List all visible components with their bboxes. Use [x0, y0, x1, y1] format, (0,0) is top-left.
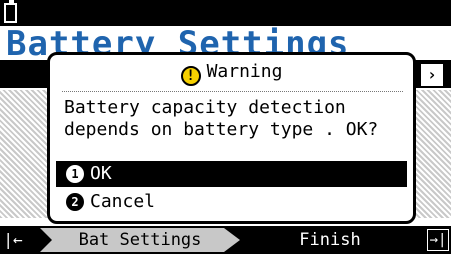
chevron-right-icon: › — [421, 64, 443, 86]
number-two-icon: 2 — [66, 193, 84, 211]
number-one-icon: 1 — [66, 165, 84, 183]
tab-bat-settings[interactable]: Bat Settings — [40, 228, 240, 252]
nav-left-icon[interactable]: |← — [2, 229, 24, 251]
tab-finish[interactable]: Finish — [250, 228, 410, 252]
cancel-label: Cancel — [90, 191, 156, 212]
calculator-screen: Battery Settings › ! Warning Battery capa… — [0, 0, 451, 254]
ok-option[interactable]: 1 OK — [56, 161, 407, 187]
dialog-separator — [62, 91, 403, 92]
dialog-title: Warning — [206, 61, 283, 82]
dialog-message: Battery capacity detection depends on ba… — [64, 97, 379, 140]
battery-icon — [4, 0, 17, 23]
status-bar — [0, 0, 451, 26]
dialog-header: ! Warning — [50, 55, 413, 89]
ok-label: OK — [90, 163, 112, 184]
nav-right-icon[interactable]: →| — [427, 229, 449, 251]
warning-dialog: ! Warning Battery capacity detection depe… — [47, 52, 416, 224]
warning-icon: ! — [180, 66, 201, 86]
cancel-option[interactable]: 2 Cancel — [56, 189, 407, 215]
